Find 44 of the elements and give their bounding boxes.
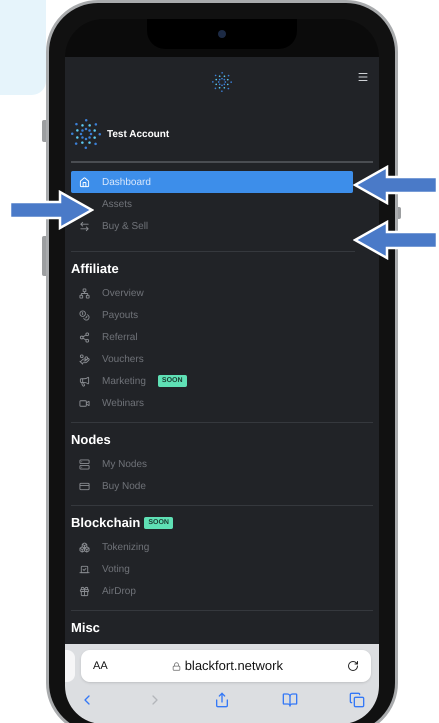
share-icon[interactable]	[214, 692, 230, 708]
nav-item[interactable]: My Nodes	[102, 456, 148, 472]
bookmarks-icon[interactable]	[282, 692, 298, 708]
camera-icon	[218, 30, 226, 38]
hand-icon	[79, 354, 90, 364]
laptop-icon	[79, 564, 90, 574]
nav-item[interactable]: Webinars	[102, 396, 144, 410]
menu-icon[interactable]	[357, 71, 369, 83]
sitemap-icon	[79, 288, 90, 298]
nav-item[interactable]: Overview	[102, 286, 144, 300]
home-icon	[79, 176, 90, 188]
server-icon	[79, 458, 90, 470]
share-icon	[79, 332, 90, 342]
reload-icon[interactable]	[347, 660, 359, 672]
nav-item[interactable]: Tokenizing	[102, 540, 150, 554]
nav-item[interactable]: Vouchers	[102, 352, 144, 366]
nav-item[interactable]: Referral	[102, 330, 138, 344]
nav-item[interactable]: Payouts	[102, 308, 138, 322]
nav-item[interactable]: Dashboard	[71, 171, 353, 193]
nav-item[interactable]: Assets	[102, 196, 132, 212]
gift-icon	[79, 586, 90, 596]
nav-item[interactable]: Buy & Sell	[102, 218, 148, 234]
nav-item[interactable]: Marketing	[102, 374, 146, 388]
lock-icon	[172, 662, 181, 670]
section-heading: Blockchain	[71, 514, 140, 532]
boxes-icon	[79, 542, 90, 552]
section-heading: Misc	[71, 619, 100, 638]
nav-item[interactable]: Buy Node	[102, 478, 146, 494]
logo-icon	[212, 72, 232, 92]
text-size-button[interactable]: AA	[93, 658, 108, 674]
megaphone-icon	[79, 376, 90, 386]
nav-item[interactable]: AirDrop	[102, 584, 136, 598]
card-icon	[79, 480, 90, 492]
section-heading: Nodes	[71, 431, 111, 450]
video-icon	[79, 398, 90, 408]
address-bar[interactable]: AA blackfort.network	[81, 650, 371, 682]
url-text: blackfort.network	[184, 657, 283, 676]
nav-item[interactable]: Voting	[102, 562, 130, 576]
avatar-icon	[71, 119, 101, 149]
account-name: Test Account	[107, 128, 170, 142]
tabs-icon[interactable]	[349, 692, 365, 708]
section-heading: Affiliate	[71, 260, 119, 278]
arrows-icon	[79, 220, 90, 232]
coins-icon	[79, 310, 90, 320]
